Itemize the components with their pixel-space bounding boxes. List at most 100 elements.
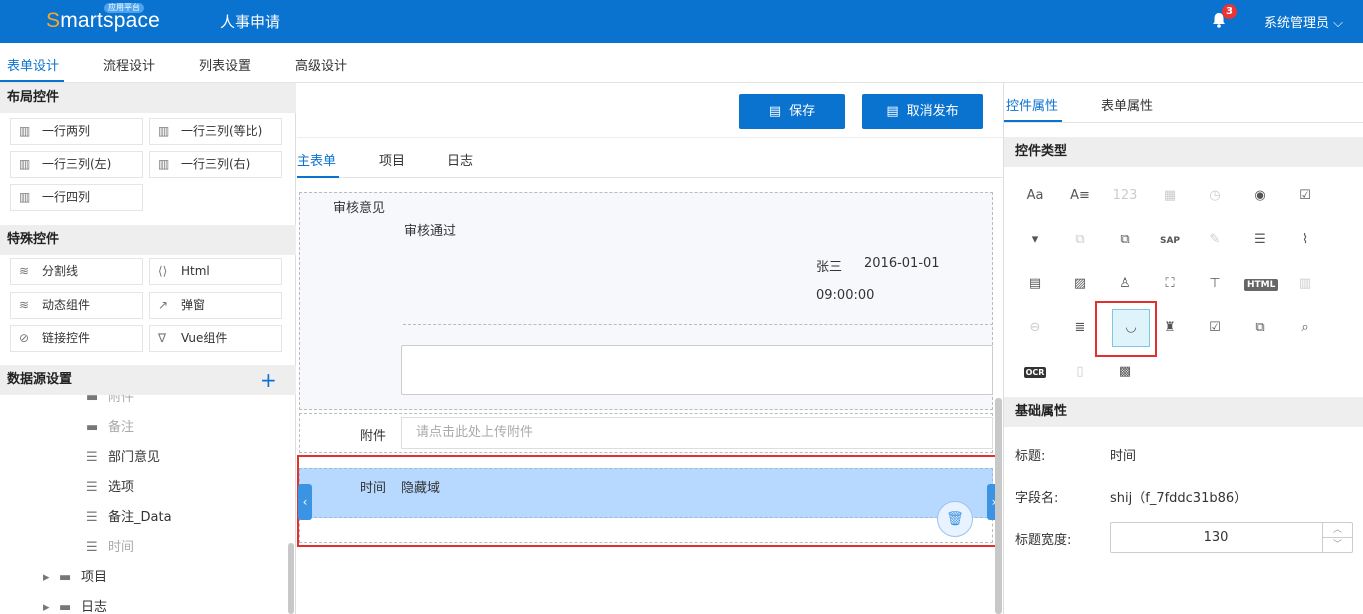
- title-prop-label: 标题:: [1015, 449, 1046, 464]
- image-icon[interactable]: ▨: [1066, 270, 1094, 298]
- checkbox-icon[interactable]: ☑: [1291, 182, 1319, 210]
- form-canvas-area: ▤ 保存 ▤ 取消发布 主表单 项目 日志 审核意见 审核通过 张三 2016-01…: [297, 83, 1003, 614]
- field-icon: ☰: [86, 510, 98, 525]
- user-menu[interactable]: 系统管理员 ⌵: [1264, 12, 1343, 31]
- html-icon[interactable]: HTML: [1244, 270, 1279, 298]
- file-icon[interactable]: ▯: [1066, 358, 1094, 386]
- title-width-stepper[interactable]: 130 ︿ ﹀: [1110, 522, 1353, 553]
- control-html[interactable]: ⟨⟩ Html: [149, 258, 282, 285]
- text-icon[interactable]: Aa: [1021, 182, 1049, 210]
- paragraph-icon[interactable]: ≣: [1066, 314, 1094, 342]
- dynamic-icon: ≋: [19, 298, 30, 312]
- basic-properties-header: 基础属性: [1004, 397, 1363, 427]
- attachment-field[interactable]: 附件 请点击此处上传附件: [299, 413, 993, 453]
- copy-icon[interactable]: ⧉: [1066, 226, 1094, 254]
- attachment-icon[interactable]: ⌇: [1291, 226, 1319, 254]
- tab-advanced-design[interactable]: 高级设计: [295, 55, 347, 74]
- flow-icon[interactable]: ⛶: [1156, 270, 1184, 298]
- title-prop-value[interactable]: 时间: [1110, 445, 1136, 464]
- tree-item-remarks-data[interactable]: ☰ 备注_Data: [86, 506, 172, 525]
- control-vue-component[interactable]: ∇ Vue组件: [149, 325, 282, 352]
- sap-icon[interactable]: SAP: [1156, 226, 1184, 254]
- layout-three-columns-right[interactable]: ▥ 一行三列(右): [149, 151, 282, 178]
- audit-opinion-textarea[interactable]: [401, 345, 993, 395]
- tree-item-time[interactable]: ☰ 时间: [86, 536, 134, 555]
- tree-item-log[interactable]: ▸ ▬ 日志: [43, 596, 107, 614]
- tab-main-form[interactable]: 主表单: [297, 150, 336, 169]
- approve-icon[interactable]: ☑: [1201, 314, 1229, 342]
- control-dynamic-component[interactable]: ≋ 动态组件: [10, 292, 143, 319]
- add-datasource-button[interactable]: +: [260, 365, 277, 395]
- user-icon[interactable]: ♙: [1111, 270, 1139, 298]
- divider-icon: ≋: [19, 264, 30, 278]
- control-divider[interactable]: ≋ 分割线: [10, 258, 143, 285]
- save-button[interactable]: ▤ 保存: [739, 94, 845, 129]
- multiline-text-icon[interactable]: A≡: [1066, 182, 1094, 210]
- delete-field-button[interactable]: 🗑: [937, 501, 973, 537]
- decrement-icon[interactable]: ﹀: [1322, 538, 1352, 553]
- attachment-upload-input[interactable]: 请点击此处上传附件: [401, 417, 993, 449]
- highlight-box: [297, 455, 1000, 547]
- barcode-icon[interactable]: ▥: [1291, 270, 1319, 298]
- audit-opinion-field[interactable]: 审核意见 审核通过 张三 2016-01-01 09:00:00: [299, 192, 993, 410]
- text-box-icon[interactable]: ⊤: [1201, 270, 1229, 298]
- canvas-scrollbar[interactable]: [995, 398, 1002, 614]
- logo-badge: 应用平台: [104, 3, 144, 13]
- ocr-icon[interactable]: OCR: [1021, 358, 1049, 386]
- document-icon: ▤: [886, 104, 899, 119]
- select-icon[interactable]: ▾: [1021, 226, 1049, 254]
- tab-log[interactable]: 日志: [447, 150, 473, 169]
- search-doc-icon[interactable]: ⌕: [1291, 314, 1319, 342]
- batch-icon[interactable]: ⧉: [1246, 314, 1274, 342]
- document-icon[interactable]: ▤: [1021, 270, 1049, 298]
- tree-item-dept-opinion[interactable]: ☰ 部门意见: [86, 446, 160, 465]
- title-width-value[interactable]: 130: [1111, 523, 1321, 552]
- qrcode-icon[interactable]: ▩: [1111, 358, 1139, 386]
- document-icon: ▤: [768, 104, 782, 119]
- tree-item-attachment[interactable]: ▬ 附件: [86, 395, 134, 405]
- columns-icon: ▥: [19, 124, 31, 138]
- field-name-label: 字段名:: [1015, 491, 1059, 506]
- main-tabs: 表单设计 流程设计 列表设置 高级设计: [0, 43, 1363, 83]
- layout-three-columns-left[interactable]: ▥ 一行三列(左): [10, 151, 143, 178]
- form-tabs: 主表单 项目 日志: [297, 138, 1003, 178]
- tab-form-properties[interactable]: 表单属性: [1101, 95, 1153, 114]
- tab-form-design[interactable]: 表单设计: [7, 55, 59, 74]
- left-scrollbar[interactable]: [288, 543, 294, 614]
- minus-circle-icon[interactable]: ⊖: [1021, 314, 1049, 342]
- audit-opinion-label: 审核意见: [333, 201, 386, 216]
- app-logo[interactable]: Smartspace: [46, 9, 160, 33]
- unpublish-button[interactable]: ▤ 取消发布: [862, 94, 983, 129]
- highlight-box: [1095, 301, 1157, 357]
- tab-control-properties[interactable]: 控件属性: [1006, 95, 1058, 114]
- columns-icon: ▥: [19, 157, 31, 171]
- toolbar: ▤ 保存 ▤ 取消发布: [297, 83, 1003, 138]
- field-name-value: shij（f_7fddc31b86）: [1110, 491, 1248, 506]
- tree-item-remarks[interactable]: ▬ 备注: [86, 416, 134, 435]
- number-icon[interactable]: 123: [1111, 182, 1139, 210]
- tab-list-settings[interactable]: 列表设置: [199, 55, 251, 74]
- pen-icon[interactable]: ✎: [1201, 226, 1229, 254]
- special-controls-header: 特殊控件: [0, 225, 296, 255]
- calendar-icon[interactable]: ▦: [1156, 182, 1184, 210]
- layout-four-columns[interactable]: ▥ 一行四列: [10, 184, 143, 211]
- layout-three-columns-equal[interactable]: ▥ 一行三列(等比): [149, 118, 282, 145]
- link-icon: ⊘: [19, 331, 30, 345]
- tree-item-options[interactable]: ☰ 选项: [86, 476, 134, 495]
- control-popup[interactable]: ↗ 弹窗: [149, 292, 282, 319]
- tree-item-project[interactable]: ▸ ▬ 项目: [43, 566, 107, 585]
- stamp-icon[interactable]: ♜: [1156, 314, 1184, 342]
- external-link-icon: ↗: [158, 298, 169, 312]
- increment-icon[interactable]: ︿: [1322, 523, 1352, 538]
- folder-icon: ▬: [86, 420, 99, 435]
- field-icon: ☰: [86, 450, 98, 465]
- tab-flow-design[interactable]: 流程设计: [103, 55, 155, 74]
- control-link[interactable]: ⊘ 链接控件: [10, 325, 143, 352]
- clock-icon[interactable]: ◷: [1201, 182, 1229, 210]
- list-icon[interactable]: ☰: [1246, 226, 1274, 254]
- subform-icon[interactable]: ⧉: [1111, 226, 1139, 254]
- layout-two-columns[interactable]: ▥ 一行两列: [10, 118, 143, 145]
- chevron-left-icon[interactable]: ‹: [298, 484, 312, 520]
- tab-project[interactable]: 项目: [379, 150, 405, 169]
- radio-icon[interactable]: ◉: [1246, 182, 1274, 210]
